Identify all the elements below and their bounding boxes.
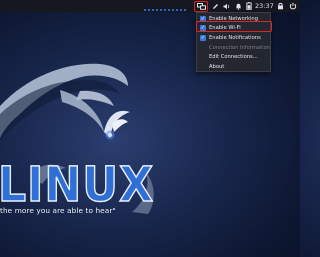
power-icon[interactable] <box>288 0 298 12</box>
top-panel: 23:37 <box>0 0 300 12</box>
panel-workspace-indicator <box>144 9 188 11</box>
menu-item-edit-connections[interactable]: Edit Connections... <box>197 52 272 61</box>
battery-icon[interactable] <box>245 0 253 12</box>
bell-icon[interactable] <box>234 0 243 12</box>
menu-item-label: Edit Connections... <box>209 53 258 60</box>
wifi-highlight-box <box>196 21 272 32</box>
menu-item-label: Connection Information <box>209 44 271 51</box>
network-icon[interactable] <box>194 0 208 12</box>
panel-clock[interactable]: 23:37 <box>255 1 274 11</box>
menu-item-connection-information: Connection Information <box>197 43 272 52</box>
checkbox-checked-icon: ✓ <box>200 34 206 41</box>
menu-item-label: About <box>209 63 225 70</box>
speaker-icon[interactable] <box>222 0 231 12</box>
linux-wordmark: LINUX <box>0 157 155 213</box>
menu-item-label: Enable Notifications <box>209 34 261 41</box>
wallpaper-tagline: the more you are able to hear" <box>0 206 116 215</box>
menu-item-enable-notifications[interactable]: ✓ Enable Notifications <box>197 33 272 42</box>
lock-icon[interactable] <box>276 0 285 12</box>
pen-icon[interactable] <box>211 0 220 12</box>
menu-item-about[interactable]: About <box>197 62 272 71</box>
